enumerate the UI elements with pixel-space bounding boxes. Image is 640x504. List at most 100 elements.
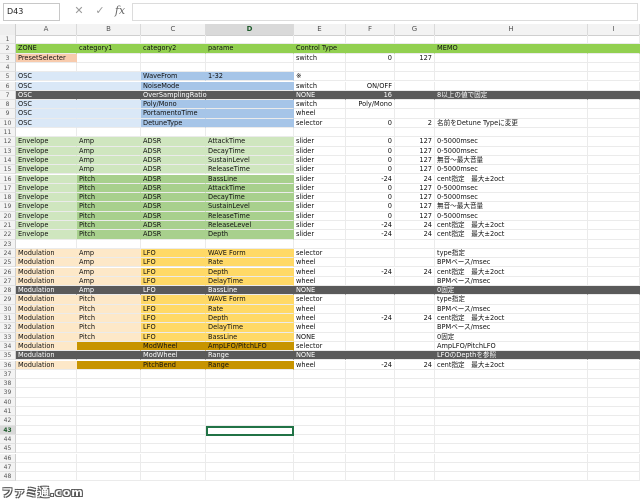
cell-h10[interactable]: 名前をDetune Typeに変更 — [435, 118, 588, 128]
cell-f34[interactable] — [346, 341, 395, 352]
cell-c35[interactable]: ModWheel — [141, 351, 206, 361]
cell-g17[interactable]: 127 — [395, 183, 435, 194]
row-header[interactable]: 11 — [0, 128, 16, 138]
column-header-d[interactable]: D — [206, 24, 294, 35]
cell-d36[interactable]: Range — [206, 360, 294, 370]
row-header[interactable]: 7 — [0, 90, 16, 101]
cell-i15[interactable] — [588, 165, 640, 175]
cell-c27[interactable]: LFO — [141, 276, 206, 287]
cell-c37[interactable] — [141, 369, 206, 380]
cell-i2[interactable] — [588, 44, 640, 54]
cell-a20[interactable]: Envelope — [16, 211, 77, 221]
cell-g41[interactable] — [395, 407, 435, 417]
cell-a42[interactable] — [16, 416, 77, 426]
row-header[interactable]: 42 — [0, 416, 16, 426]
cancel-icon[interactable]: ✕ — [72, 3, 86, 19]
cell-h23[interactable] — [435, 239, 588, 249]
cell-d47[interactable] — [206, 462, 294, 473]
cell-c2[interactable]: category2 — [141, 44, 206, 54]
row-header[interactable]: 13 — [0, 146, 16, 156]
cell-h48[interactable] — [435, 472, 588, 482]
cell-d24[interactable]: WAVE Form — [206, 248, 294, 259]
row-header[interactable]: 30 — [0, 304, 16, 314]
cell-b48[interactable] — [77, 472, 141, 482]
cell-a13[interactable]: Envelope — [16, 146, 77, 156]
cell-a44[interactable] — [16, 434, 77, 445]
cell-c13[interactable]: ADSR — [141, 146, 206, 156]
cell-g47[interactable] — [395, 462, 435, 473]
cell-c24[interactable]: LFO — [141, 248, 206, 259]
cell-e10[interactable]: selector — [294, 118, 346, 128]
cell-g35[interactable] — [395, 351, 435, 361]
cell-e32[interactable]: wheel — [294, 323, 346, 333]
cell-b11[interactable] — [77, 128, 141, 138]
cell-b40[interactable] — [77, 397, 141, 407]
cell-b27[interactable]: Amp — [77, 276, 141, 287]
cell-i11[interactable] — [588, 128, 640, 138]
cell-b42[interactable] — [77, 416, 141, 426]
column-header-h[interactable]: H — [435, 24, 588, 35]
cell-f3[interactable]: 0 — [346, 53, 395, 63]
cell-b41[interactable] — [77, 407, 141, 417]
cell-i35[interactable] — [588, 351, 640, 361]
cell-d26[interactable]: Depth — [206, 267, 294, 277]
row-header[interactable]: 43 — [0, 425, 16, 435]
cell-a30[interactable]: Modulation — [16, 304, 77, 314]
row-header[interactable]: 22 — [0, 230, 16, 240]
cell-i33[interactable] — [588, 332, 640, 342]
cell-g33[interactable] — [395, 332, 435, 342]
cell-d5[interactable]: 1-32 — [206, 72, 294, 82]
cell-a43[interactable] — [16, 425, 77, 435]
cell-c39[interactable] — [141, 388, 206, 398]
cell-b18[interactable]: Pitch — [77, 193, 141, 203]
cell-i12[interactable] — [588, 137, 640, 147]
cell-i8[interactable] — [588, 100, 640, 110]
cell-a37[interactable] — [16, 369, 77, 380]
cell-d38[interactable] — [206, 379, 294, 389]
column-header-e[interactable]: E — [294, 24, 346, 35]
cell-f47[interactable] — [346, 462, 395, 473]
cell-e22[interactable]: slider — [294, 230, 346, 240]
cell-a31[interactable]: Modulation — [16, 314, 77, 324]
cell-a48[interactable] — [16, 472, 77, 482]
cell-c38[interactable] — [141, 379, 206, 389]
row-header[interactable]: 45 — [0, 444, 16, 454]
row-header[interactable]: 40 — [0, 397, 16, 407]
row-header[interactable]: 47 — [0, 462, 16, 473]
row-header[interactable]: 27 — [0, 276, 16, 287]
cell-h26[interactable]: cent指定 最大±2oct — [435, 267, 588, 277]
cell-h47[interactable] — [435, 462, 588, 473]
cell-d8[interactable] — [206, 100, 294, 110]
cell-c16[interactable]: ADSR — [141, 174, 206, 184]
cell-g21[interactable]: 24 — [395, 221, 435, 231]
cell-i26[interactable] — [588, 267, 640, 277]
cell-a39[interactable] — [16, 388, 77, 398]
cell-b8[interactable] — [77, 100, 141, 110]
cell-a26[interactable]: Modulation — [16, 267, 77, 277]
cell-c46[interactable] — [141, 453, 206, 463]
cell-d16[interactable]: BassLine — [206, 174, 294, 184]
cell-h25[interactable]: BPMベース/msec — [435, 258, 588, 268]
cell-a34[interactable]: Modulation — [16, 341, 77, 352]
cell-e18[interactable]: slider — [294, 193, 346, 203]
cell-e13[interactable]: slider — [294, 146, 346, 156]
column-header-c[interactable]: C — [141, 24, 206, 35]
cell-d20[interactable]: ReleaseTime — [206, 211, 294, 221]
row-header[interactable]: 46 — [0, 453, 16, 463]
row-header[interactable]: 19 — [0, 202, 16, 212]
cell-a21[interactable]: Envelope — [16, 221, 77, 231]
cell-c18[interactable]: ADSR — [141, 193, 206, 203]
cell-b45[interactable] — [77, 444, 141, 454]
cell-d25[interactable]: Rate — [206, 258, 294, 268]
cell-e7[interactable]: NONE — [294, 90, 346, 101]
cell-i23[interactable] — [588, 239, 640, 249]
cell-e30[interactable]: wheel — [294, 304, 346, 314]
cell-a3[interactable]: PresetSelecter — [16, 53, 77, 63]
cell-a16[interactable]: Envelope — [16, 174, 77, 184]
cell-f16[interactable]: -24 — [346, 174, 395, 184]
cell-d32[interactable]: DelayTime — [206, 323, 294, 333]
cell-b5[interactable] — [77, 72, 141, 82]
cell-b3[interactable] — [77, 53, 141, 63]
column-header-b[interactable]: B — [77, 24, 141, 35]
cell-d21[interactable]: ReleaseLevel — [206, 221, 294, 231]
